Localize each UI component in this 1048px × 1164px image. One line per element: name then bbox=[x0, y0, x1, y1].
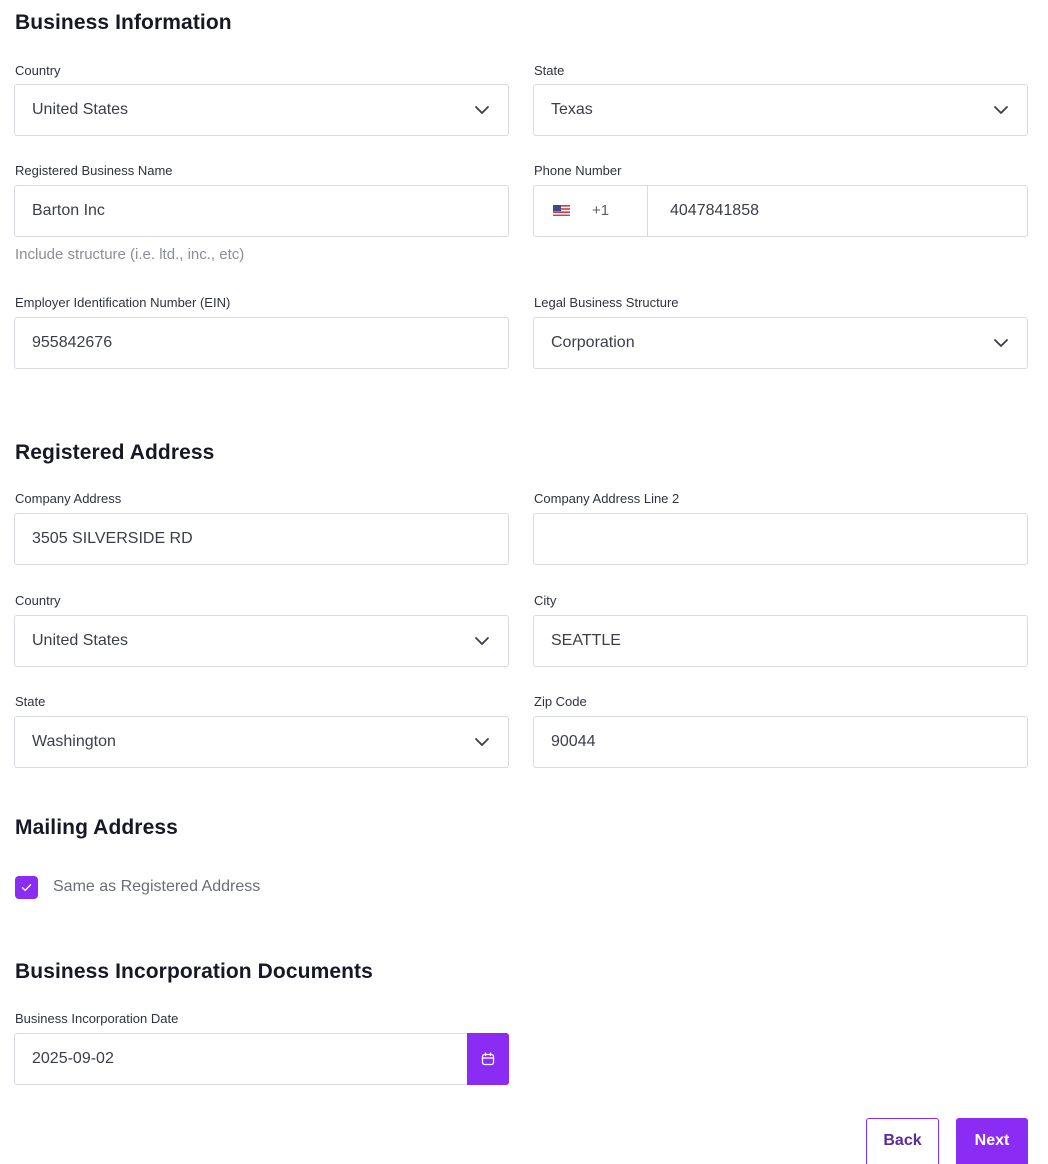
next-button[interactable]: Next bbox=[956, 1118, 1028, 1164]
legal-structure-label: Legal Business Structure bbox=[534, 295, 679, 310]
business-name-input[interactable]: Barton Inc bbox=[14, 185, 509, 237]
legal-structure-value: Corporation bbox=[551, 334, 635, 351]
incorporation-date-input[interactable]: 2025-09-02 bbox=[14, 1033, 509, 1085]
address-country-select[interactable]: United States bbox=[14, 615, 509, 667]
country-label: Country bbox=[15, 63, 61, 78]
state-select[interactable]: Texas bbox=[533, 84, 1028, 136]
incorporation-date-label: Business Incorporation Date bbox=[15, 1011, 179, 1026]
same-as-registered-label[interactable]: Same as Registered Address bbox=[53, 878, 260, 896]
chevron-down-icon bbox=[475, 637, 489, 645]
company-address-line2-input[interactable] bbox=[533, 513, 1028, 565]
business-name-value: Barton Inc bbox=[32, 202, 105, 219]
address-state-select[interactable]: Washington bbox=[14, 716, 509, 768]
business-name-label: Registered Business Name bbox=[15, 163, 173, 178]
zip-code-label: Zip Code bbox=[534, 694, 587, 709]
address-state-label: State bbox=[15, 694, 46, 709]
country-select[interactable]: United States bbox=[14, 84, 509, 136]
ein-input[interactable]: 955842676 bbox=[14, 317, 509, 369]
address-state-value: Washington bbox=[32, 733, 116, 750]
chevron-down-icon bbox=[475, 738, 489, 746]
legal-structure-select[interactable]: Corporation bbox=[533, 317, 1028, 369]
dial-code: +1 bbox=[592, 202, 610, 219]
city-value: SEATTLE bbox=[551, 632, 621, 649]
business-name-helper: Include structure (i.e. ltd., inc., etc) bbox=[15, 246, 245, 263]
company-address-input[interactable]: 3505 SILVERSIDE RD bbox=[14, 513, 509, 565]
business-information-title: Business Information bbox=[15, 11, 232, 34]
phone-label: Phone Number bbox=[534, 163, 622, 178]
country-value: United States bbox=[32, 101, 129, 118]
chevron-down-icon bbox=[994, 106, 1008, 114]
company-address-line2-label: Company Address Line 2 bbox=[534, 491, 680, 506]
same-as-registered-checkbox[interactable] bbox=[15, 876, 38, 899]
chevron-down-icon bbox=[475, 106, 489, 114]
zip-code-input[interactable]: 90044 bbox=[533, 716, 1028, 768]
state-value: Texas bbox=[551, 101, 593, 118]
chevron-down-icon bbox=[994, 339, 1008, 347]
address-country-value: United States bbox=[32, 632, 129, 649]
company-address-label: Company Address bbox=[15, 491, 122, 506]
calendar-button[interactable] bbox=[467, 1033, 509, 1085]
company-address-value: 3505 SILVERSIDE RD bbox=[32, 530, 193, 547]
mailing-address-title: Mailing Address bbox=[15, 816, 178, 839]
incorporation-documents-title: Business Incorporation Documents bbox=[15, 960, 373, 983]
back-button[interactable]: Back bbox=[866, 1118, 939, 1164]
registered-address-title: Registered Address bbox=[15, 441, 215, 464]
zip-code-value: 90044 bbox=[551, 733, 596, 750]
city-input[interactable]: SEATTLE bbox=[533, 615, 1028, 667]
phone-country-code-select[interactable]: +1 bbox=[534, 186, 648, 236]
incorporation-date-value: 2025-09-02 bbox=[32, 1050, 114, 1067]
checkmark-icon bbox=[21, 884, 32, 892]
city-label: City bbox=[534, 593, 557, 608]
ein-value: 955842676 bbox=[32, 334, 113, 351]
address-country-label: Country bbox=[15, 593, 61, 608]
state-label: State bbox=[534, 63, 565, 78]
us-flag-icon bbox=[553, 205, 570, 216]
ein-label: Employer Identification Number (EIN) bbox=[15, 295, 231, 310]
calendar-icon bbox=[481, 1052, 495, 1066]
phone-value: 4047841858 bbox=[670, 202, 759, 219]
phone-input[interactable]: +1 4047841858 bbox=[533, 185, 1028, 237]
